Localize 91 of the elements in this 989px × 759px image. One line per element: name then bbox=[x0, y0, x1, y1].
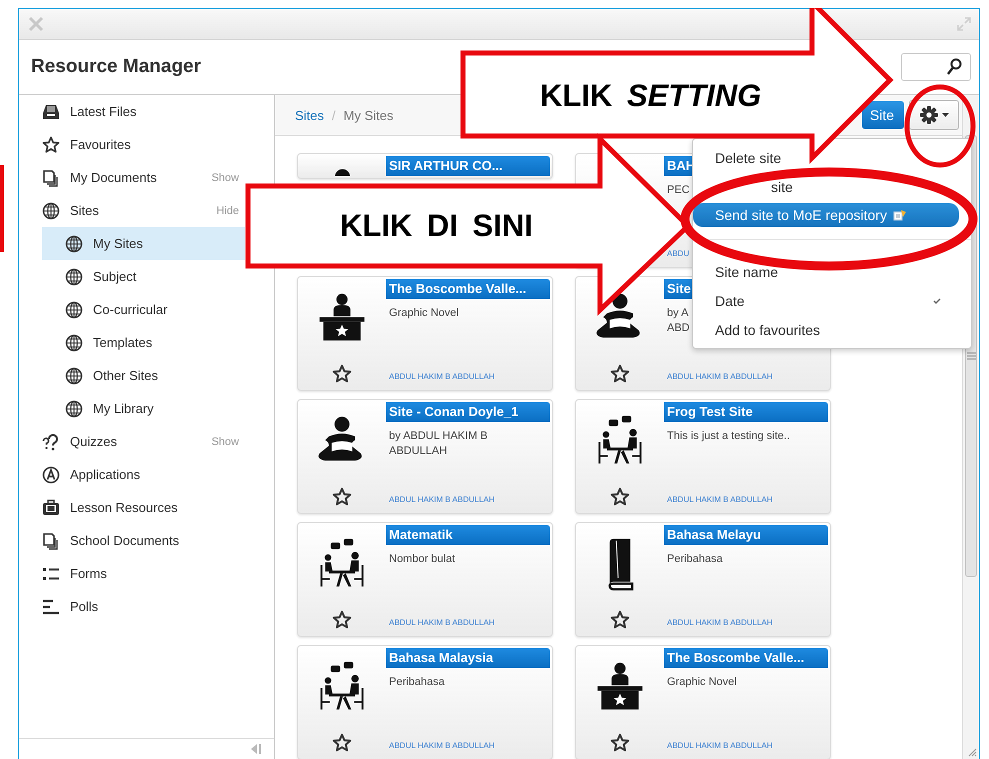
card-description: by ABDUL HAKIM B ABDULLAH bbox=[389, 429, 489, 459]
card-description: by A ABD bbox=[667, 306, 690, 336]
card-title: Bahasa Melayu bbox=[664, 525, 828, 545]
card-description: This is just a testing site.. bbox=[667, 429, 790, 444]
author-link[interactable]: ABDUL HAKIM B ABDULLAH bbox=[664, 495, 828, 504]
site-card[interactable]: SIR ARTHUR CO... bbox=[297, 153, 553, 179]
favourite-star-icon[interactable] bbox=[332, 364, 352, 384]
card-title: Site - Conan Doyle_1 bbox=[386, 402, 550, 422]
sidebar-item[interactable]: Templates bbox=[42, 326, 245, 359]
sidebar-item[interactable]: My Sites bbox=[42, 227, 245, 260]
callout-label: KLIK SETTING bbox=[540, 78, 762, 114]
grip-icon bbox=[966, 352, 976, 360]
sidebar-item[interactable]: Polls bbox=[19, 590, 274, 623]
author-link[interactable]: ABDUL HAKIM B ABDULLAH bbox=[386, 618, 550, 627]
card-title: The Boscombe Valle... bbox=[664, 648, 828, 668]
card-title: The Boscombe Valle... bbox=[386, 279, 550, 299]
breadcrumb-separator: / bbox=[332, 108, 336, 122]
site-card[interactable]: The Boscombe Valle... Graphic Novel ABDUL HAKIM B ABDULLAH bbox=[575, 645, 831, 759]
settings-button[interactable] bbox=[909, 100, 959, 130]
site-card[interactable]: Site - Conan Doyle_1 by ABDUL HAKIM B ABDULLAH ABDUL HAKIM B ABDULLAH bbox=[297, 399, 553, 514]
card-title: Bahasa Malaysia bbox=[386, 648, 550, 668]
site-card[interactable]: Matematik Nombor bulat ABDUL HAKIM B ABDULLAH bbox=[297, 522, 553, 637]
card-description: Nombor bulat bbox=[389, 552, 456, 567]
bars-icon bbox=[42, 598, 60, 616]
author-link[interactable]: ABDUL HAKIM B ABDULLAH bbox=[664, 372, 828, 381]
sidebar-item[interactable]: Favourites bbox=[19, 128, 274, 161]
tray-icon bbox=[42, 102, 60, 120]
author-link[interactable]: ABDUL HAKIM B ABDULLAH bbox=[386, 741, 550, 750]
settings-icon bbox=[919, 105, 939, 125]
site-card[interactable]: Bahasa Malaysia Peribahasa ABDUL HAKIM B ABDULLAH bbox=[297, 645, 553, 759]
sidebar-item[interactable]: Quizzes bbox=[19, 425, 212, 458]
globe-icon bbox=[65, 400, 83, 418]
person-icon bbox=[334, 168, 350, 176]
sidebar-item[interactable]: Forms bbox=[19, 557, 274, 590]
author-link[interactable]: ABDUL HAKIM B ABDULLAH bbox=[386, 495, 550, 504]
sidebar-item[interactable]: Sites bbox=[19, 194, 216, 227]
sidebar-item[interactable]: Latest Files bbox=[19, 95, 274, 128]
favourite-star-icon[interactable] bbox=[332, 733, 352, 753]
globe-icon bbox=[65, 300, 83, 318]
author-link[interactable]: ABDUL HAKIM B ABDULLAH bbox=[386, 372, 550, 381]
card-description: Graphic Novel bbox=[667, 675, 737, 690]
sidebar-item[interactable]: Lesson Resources bbox=[19, 491, 274, 524]
site-button[interactable]: Site bbox=[862, 101, 904, 129]
menu-item[interactable]: Add to favourites bbox=[693, 315, 971, 344]
briefcase-icon bbox=[42, 498, 60, 516]
favourite-star-icon[interactable] bbox=[332, 610, 352, 630]
author-link[interactable]: ABDUL HAKIM B ABDULLAH bbox=[664, 618, 828, 627]
favourite-star-icon[interactable] bbox=[332, 487, 352, 507]
site-card[interactable]: Bahasa Melayu Peribahasa ABDUL HAKIM B ABDULLAH bbox=[575, 522, 831, 637]
site-card[interactable]: The Boscombe Valle... Graphic Novel ABDUL HAKIM B ABDULLAH bbox=[297, 276, 553, 391]
favourite-star-icon[interactable] bbox=[610, 610, 630, 630]
card-title: Frog Test Site bbox=[664, 402, 828, 422]
globe-icon bbox=[65, 366, 83, 384]
document-icon bbox=[892, 209, 907, 221]
breadcrumb-current: My Sites bbox=[344, 108, 394, 122]
globe-icon bbox=[65, 268, 83, 286]
card-description: Graphic Novel bbox=[389, 306, 459, 321]
sidebar-item[interactable]: My Documents bbox=[19, 161, 212, 194]
documents-icon bbox=[42, 532, 60, 550]
author-link[interactable]: ABDUL HAKIM B ABDULLAH bbox=[664, 741, 828, 750]
callout-label: KLIK DI SINI bbox=[340, 208, 533, 244]
circle-letter-icon bbox=[42, 466, 60, 484]
favourite-star-icon[interactable] bbox=[610, 733, 630, 753]
star-icon bbox=[42, 136, 60, 154]
documents-icon bbox=[42, 168, 60, 186]
favourite-star-icon[interactable] bbox=[610, 487, 630, 507]
check-icon bbox=[933, 298, 941, 304]
card-title: SIR ARTHUR CO... bbox=[386, 156, 550, 176]
favourite-star-icon[interactable] bbox=[610, 364, 630, 384]
sidebar-item[interactable]: Other Sites bbox=[42, 359, 245, 392]
globe-icon bbox=[65, 234, 83, 252]
site-card[interactable]: Frog Test Site This is just a testing site.. ABDUL HAKIM B ABDULLAH bbox=[575, 399, 831, 514]
card-title: Matematik bbox=[386, 525, 550, 545]
card-description: PEC bbox=[667, 183, 690, 198]
card-description: Peribahasa bbox=[389, 675, 445, 690]
caret-icon bbox=[942, 113, 949, 117]
sidebar-item[interactable]: My Library bbox=[42, 392, 245, 425]
window-title: Resource Manager bbox=[31, 56, 202, 78]
search-icon[interactable] bbox=[946, 58, 962, 76]
question-icon bbox=[42, 432, 60, 450]
sidebar-item[interactable]: Subject bbox=[42, 260, 245, 293]
search-field[interactable] bbox=[901, 53, 971, 81]
sidebar-item[interactable]: Co-curricular bbox=[42, 293, 245, 326]
sidebar-item[interactable]: School Documents bbox=[19, 524, 274, 557]
globe-icon bbox=[42, 202, 60, 220]
menu-item[interactable]: Send site to MoE repository bbox=[693, 203, 959, 227]
card-description: Peribahasa bbox=[667, 552, 723, 567]
sidebar-item[interactable]: Applications bbox=[19, 458, 274, 491]
globe-icon bbox=[65, 334, 83, 352]
breadcrumb-link[interactable]: Sites bbox=[295, 108, 324, 122]
resize-grip-icon[interactable] bbox=[967, 747, 977, 757]
